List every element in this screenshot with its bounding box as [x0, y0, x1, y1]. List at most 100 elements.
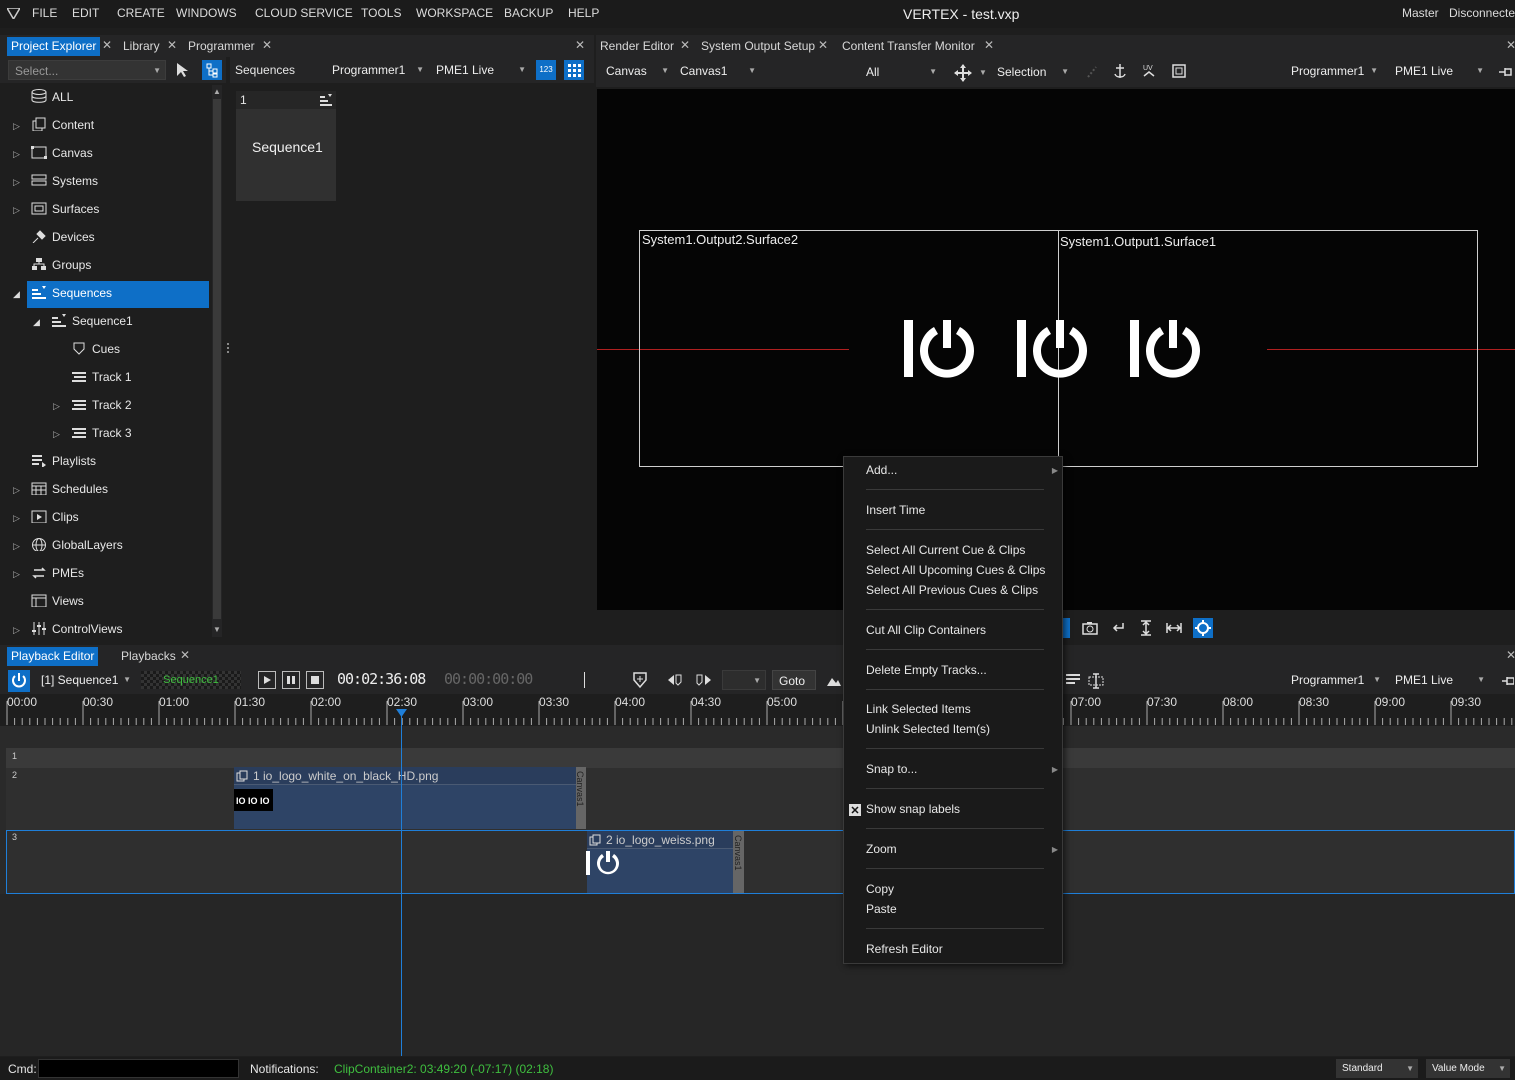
tab-system-output-setup[interactable]: System Output Setup	[701, 39, 815, 53]
expand-arrow-icon[interactable]: ▷	[13, 177, 20, 188]
sequence-tile[interactable]: 1 Sequence1	[236, 91, 336, 201]
tree-item-playlists[interactable]: Playlists	[31, 450, 96, 472]
tree-item-sequences[interactable]: Sequences	[31, 282, 112, 304]
play-button[interactable]	[258, 671, 276, 689]
close-icon[interactable]: ✕	[102, 38, 112, 52]
menu-cut-all[interactable]: Cut All Clip Containers	[866, 623, 986, 637]
close-panel-icon[interactable]: ✕	[1506, 38, 1515, 52]
menu-refresh[interactable]: Refresh Editor	[866, 942, 943, 956]
pme-dropdown[interactable]: PME1 Live ▼	[432, 60, 530, 80]
menu-copy[interactable]: Copy	[866, 882, 894, 896]
playhead-marker-icon[interactable]	[396, 709, 407, 719]
menu-backup[interactable]: BACKUP	[504, 6, 553, 20]
playback-programmer-dropdown[interactable]: Programmer1 ▼	[1287, 670, 1385, 690]
goto-button[interactable]: Goto	[772, 670, 816, 690]
tab-programmer[interactable]: Programmer	[188, 39, 255, 53]
filter-dropdown[interactable]: All ▼	[861, 62, 941, 82]
tree-item-content[interactable]: Content	[31, 114, 94, 136]
numbering-button[interactable]: 123	[536, 60, 556, 80]
menu-show-snap-labels[interactable]: Show snap labels	[866, 802, 960, 816]
close-icon[interactable]: ✕	[680, 38, 690, 52]
cue-dropdown[interactable]: ▼	[722, 670, 766, 690]
expand-arrow-icon[interactable]: ▷	[13, 513, 20, 524]
close-icon[interactable]: ✕	[818, 38, 828, 52]
pin-icon[interactable]	[1500, 674, 1514, 688]
next-cue-icon[interactable]	[695, 672, 715, 688]
menu-zoom[interactable]: Zoom	[866, 842, 897, 856]
cmd-input[interactable]	[38, 1059, 239, 1078]
tree-item-groups[interactable]: Groups	[31, 254, 91, 276]
fit-width-icon[interactable]	[1166, 620, 1182, 636]
standard-dropdown[interactable]: Standard ▼	[1336, 1059, 1418, 1078]
tree-item-cues[interactable]: Cues	[71, 338, 120, 360]
menu-cloud-service[interactable]: CLOUD SERVICE	[255, 6, 353, 20]
value-mode-dropdown[interactable]: Value Mode ▼	[1426, 1059, 1510, 1078]
menu-create[interactable]: CREATE	[117, 6, 165, 20]
expand-arrow-icon[interactable]: ▷	[53, 401, 60, 412]
close-icon[interactable]: ✕	[262, 38, 272, 52]
menu-workspace[interactable]: WORKSPACE	[416, 6, 493, 20]
menu-edit[interactable]: EDIT	[72, 6, 99, 20]
tree-item-clips[interactable]: Clips	[31, 506, 79, 528]
menu-file[interactable]: FILE	[32, 6, 57, 20]
stop-button[interactable]	[306, 671, 324, 689]
crop-icon[interactable]	[1171, 63, 1187, 79]
tree-item-views[interactable]: Views	[31, 590, 84, 612]
tree-item-surfaces[interactable]: Surfaces	[31, 198, 99, 220]
pointer-icon[interactable]	[175, 62, 189, 78]
tree-item-canvas[interactable]: Canvas	[31, 142, 93, 164]
collapse-arrow-icon[interactable]: ◢	[33, 317, 40, 328]
close-panel-icon[interactable]: ✕	[1506, 648, 1515, 662]
expand-arrow-icon[interactable]: ▷	[13, 541, 20, 552]
tab-project-explorer[interactable]: Project Explorer	[7, 37, 101, 56]
menu-windows[interactable]: WINDOWS	[176, 6, 237, 20]
prev-cue-icon[interactable]	[664, 672, 684, 688]
tree-scrollbar[interactable]: ▲ ▼	[212, 85, 222, 637]
render-programmer-dropdown[interactable]: Programmer1 ▼	[1286, 61, 1382, 81]
menu-tools[interactable]: TOOLS	[361, 6, 401, 20]
container-handle[interactable]: Canvas1	[575, 767, 586, 829]
programmer-dropdown[interactable]: Programmer1 ▼	[328, 60, 428, 80]
tree-item-systems[interactable]: Systems	[31, 170, 98, 192]
container-handle[interactable]: Canvas1	[733, 831, 744, 893]
tree-item-track3[interactable]: Track 3	[71, 422, 132, 444]
image-icon[interactable]	[826, 673, 842, 687]
menu-select-upcoming[interactable]: Select All Upcoming Cues & Clips	[866, 563, 1045, 577]
menu-snap-to[interactable]: Snap to...	[866, 762, 917, 776]
track-row-selected[interactable]: 3	[6, 830, 1515, 894]
tab-render-editor[interactable]: Render Editor	[600, 39, 674, 53]
sequence-dropdown[interactable]: [1] Sequence1 ▼	[37, 670, 135, 690]
expand-arrow-icon[interactable]: ▷	[13, 149, 20, 160]
tracks-area[interactable]: 1 2 3	[0, 726, 1515, 1056]
menu-select-previous[interactable]: Select All Previous Cues & Clips	[866, 583, 1038, 597]
track-list-icon[interactable]	[1065, 672, 1081, 688]
camera-icon[interactable]	[1082, 620, 1098, 636]
pause-button[interactable]	[282, 671, 300, 689]
tab-library[interactable]: Library	[123, 39, 160, 53]
close-panel-icon[interactable]: ✕	[575, 38, 585, 52]
collapse-arrow-icon[interactable]: ◢	[13, 289, 20, 300]
anchor-icon[interactable]	[1112, 62, 1128, 80]
track-row[interactable]: 2	[6, 768, 1515, 830]
tree-item-schedules[interactable]: Schedules	[31, 478, 108, 500]
grid-view-button[interactable]	[564, 60, 584, 80]
menu-help[interactable]: HELP	[568, 6, 599, 20]
uv-icon[interactable]: UV	[1141, 62, 1157, 80]
tab-playback-editor[interactable]: Playback Editor	[7, 647, 99, 666]
text-cursor-icon[interactable]	[1088, 672, 1104, 690]
pin-icon[interactable]	[1497, 65, 1513, 79]
tree-item-controlviews[interactable]: ControlViews	[31, 618, 122, 640]
close-icon[interactable]: ✕	[167, 38, 177, 52]
fit-height-icon[interactable]	[1138, 620, 1154, 636]
canvas-type-dropdown[interactable]: Canvas ▼	[601, 61, 673, 81]
menu-insert-time[interactable]: Insert Time	[866, 503, 925, 517]
close-icon[interactable]: ✕	[984, 38, 994, 52]
menu-delete-empty[interactable]: Delete Empty Tracks...	[866, 663, 987, 677]
timecode-input[interactable]: 00:00:00:00	[444, 670, 533, 688]
playhead[interactable]	[401, 711, 402, 1056]
menu-add[interactable]: Add...	[866, 463, 897, 477]
checkbox-checked-icon[interactable]	[849, 804, 861, 816]
tree-view-button[interactable]	[202, 60, 222, 80]
close-icon[interactable]: ✕	[180, 648, 190, 662]
expand-arrow-icon[interactable]: ▷	[13, 485, 20, 496]
